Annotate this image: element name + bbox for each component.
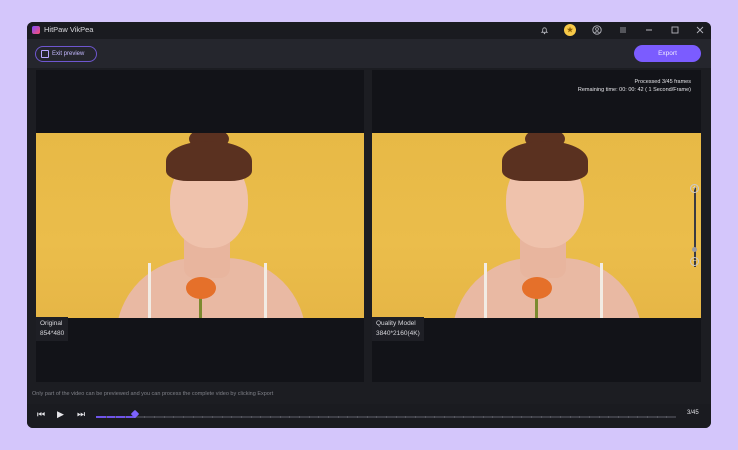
timeline-tick [183,416,184,418]
timeline-tick [105,416,107,418]
timeline-tick [173,416,175,418]
timeline-tick [221,416,223,418]
exit-preview-label: Exit preview [52,51,85,57]
app-title: HitPaw VikPea [44,25,94,34]
timeline-tick [328,416,329,418]
timeline-tick [270,416,271,418]
timeline-tick [434,416,436,418]
timeline-tick [279,416,281,418]
timeline-tick [444,416,445,418]
original-resolution: 854*480 [40,330,65,337]
timeline-tick [521,416,523,418]
timeline-tick [308,416,310,418]
timeline-tick [540,416,542,418]
timeline-tick [569,416,571,418]
timeline-tick [473,416,474,418]
timeline-tick [492,416,494,418]
timeline-track[interactable] [96,416,676,418]
enhanced-video-frame [372,133,701,318]
timeline-tick [560,416,561,418]
timeline-tick [337,416,339,418]
close-icon[interactable] [694,24,706,36]
export-button[interactable]: Export [634,45,701,62]
enhanced-label: Quality Model 3840*2160(4K) [372,317,424,341]
timeline-tick [376,416,378,418]
timeline-tick [415,416,416,418]
menu-icon[interactable] [617,24,629,36]
timeline-tick [579,416,581,418]
timeline-tick [453,416,455,418]
exit-preview-button[interactable]: Exit preview [35,46,97,62]
model-resolution: 3840*2160(4K) [376,330,420,337]
maximize-icon[interactable] [669,24,681,36]
timeline-tick [395,416,397,418]
timeline-tick [531,416,532,418]
processing-status: Processed 3/45 frames Remaining time: 00… [578,78,691,94]
timeline-tick [589,416,590,418]
coin-icon[interactable]: ★ [564,24,576,36]
timeline-tick [386,416,387,418]
timeline-tick [666,416,668,418]
timeline-tick [115,416,117,418]
timeline-tick [192,416,194,418]
timeline-tick [647,416,648,418]
timeline-tick [627,416,629,418]
original-label: Original 854*480 [36,317,69,341]
timeline-tick [289,416,291,418]
timeline-tick [608,416,610,418]
exit-icon [41,50,49,58]
bell-icon[interactable] [538,24,550,36]
timeline-tick [202,416,204,418]
timeline-tick [260,416,262,418]
app-logo-icon [32,26,40,34]
timeline-tick [212,416,213,418]
user-icon[interactable] [591,24,603,36]
timeline-tick [241,416,242,418]
processed-frames-text: Processed 3/45 frames [634,79,691,85]
timeline-tick [125,416,126,418]
original-video-frame [36,133,364,318]
remaining-time-text: Remaining time: 00: 00: 42 ( 1 Second/Fr… [577,87,691,93]
play-button[interactable]: ▶ [57,409,64,420]
original-preview-panel [36,70,364,382]
timeline-tick [144,416,146,418]
zoom-slider-handle[interactable] [692,247,697,252]
timeline-tick [405,416,407,418]
timeline-tick [550,416,552,418]
timeline-tick [299,416,300,418]
minimize-icon[interactable] [643,24,655,36]
toolbar: Exit preview Export [27,39,711,68]
zoom-slider[interactable] [694,187,696,267]
zoom-out-button[interactable]: − [690,257,699,266]
original-title: Original [40,320,63,327]
previous-frame-button[interactable]: ⏮ [37,409,45,420]
timeline-tick [250,416,252,418]
player-controls: ⏮ ▶ ⏭ 3/45 [27,404,711,428]
timeline-tick [511,416,513,418]
frame-counter: 3/45 [687,410,699,416]
timeline-tick [502,416,503,418]
app-window: HitPaw VikPea ★ Exit preview Export Proc… [27,22,711,428]
timeline-tick [318,416,320,418]
timeline-tick [357,416,358,418]
timeline-tick [231,416,233,418]
timeline-tick [618,416,619,418]
zoom-in-button[interactable]: + [690,184,699,193]
next-frame-button[interactable]: ⏭ [77,409,85,420]
timeline-tick [656,416,658,418]
timeline-tick [424,416,426,418]
timeline-tick [637,416,639,418]
title-bar: HitPaw VikPea ★ [27,22,711,39]
timeline-tick [463,416,465,418]
preview-hint-text: Only part of the video can be previewed … [32,391,274,397]
timeline-tick [347,416,349,418]
timeline-tick [163,416,165,418]
timeline-tick [366,416,368,418]
timeline-tick [598,416,600,418]
timeline-tick [482,416,484,418]
model-title: Quality Model [376,320,416,327]
timeline-tick [154,416,155,418]
